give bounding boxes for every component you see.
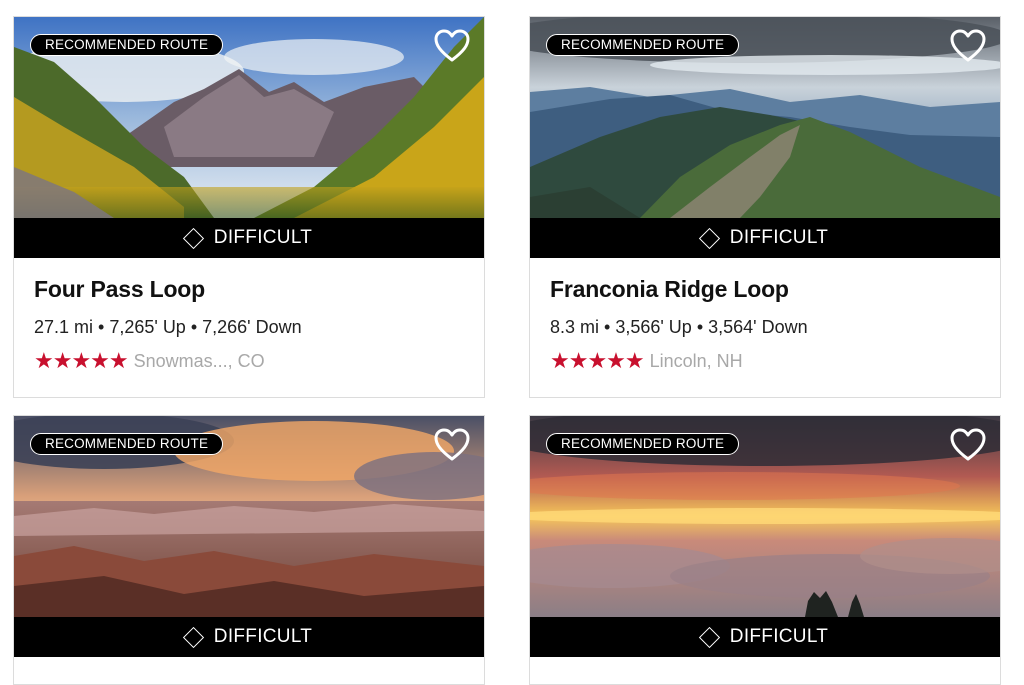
difficulty-label: DIFFICULT bbox=[213, 227, 313, 248]
heart-outline-icon[interactable] bbox=[950, 29, 986, 63]
route-info: Franconia Ridge Loop 8.3 mi • 3,566' Up … bbox=[530, 258, 1000, 374]
route-location: Lincoln, NH bbox=[649, 350, 743, 371]
difficulty-bar: DIFFICULT bbox=[530, 617, 1000, 657]
route-title[interactable]: Four Pass Loop bbox=[34, 276, 464, 303]
diamond-icon bbox=[182, 626, 204, 649]
difficulty-bar: DIFFICULT bbox=[530, 218, 1000, 258]
route-location: Snowmas..., CO bbox=[133, 350, 265, 371]
route-photo[interactable]: RECOMMENDED ROUTE bbox=[530, 416, 1000, 617]
route-photo[interactable]: RECOMMENDED ROUTE bbox=[530, 17, 1000, 218]
route-photo[interactable]: RECOMMENDED ROUTE bbox=[14, 416, 484, 617]
route-card[interactable]: RECOMMENDED ROUTE DIFFICULT bbox=[529, 415, 1001, 685]
route-meta: ★★★★★ Lincoln, NH bbox=[550, 348, 980, 374]
star-rating: ★★★★★ bbox=[34, 348, 129, 373]
route-info: Four Pass Loop 27.1 mi • 7,265' Up • 7,2… bbox=[14, 258, 484, 374]
route-stats: 8.3 mi • 3,566' Up • 3,564' Down bbox=[550, 317, 808, 337]
heart-outline-icon[interactable] bbox=[434, 29, 470, 63]
difficulty-label: DIFFICULT bbox=[213, 626, 313, 647]
route-card[interactable]: RECOMMENDED ROUTE DIFFICULT Franconia Ri… bbox=[529, 16, 1001, 398]
difficulty-bar: DIFFICULT bbox=[14, 617, 484, 657]
star-rating: ★★★★★ bbox=[550, 348, 645, 373]
recommended-route-badge: RECOMMENDED ROUTE bbox=[546, 34, 740, 56]
recommended-route-badge: RECOMMENDED ROUTE bbox=[30, 433, 224, 455]
heart-outline-icon[interactable] bbox=[950, 428, 986, 462]
recommended-route-badge: RECOMMENDED ROUTE bbox=[546, 433, 740, 455]
route-meta: ★★★★★ Snowmas..., CO bbox=[34, 348, 464, 374]
heart-outline-icon[interactable] bbox=[434, 428, 470, 462]
route-card[interactable]: RECOMMENDED ROUTE DIFFICULT bbox=[13, 415, 485, 685]
diamond-icon bbox=[698, 626, 720, 649]
route-stats: 27.1 mi • 7,265' Up • 7,266' Down bbox=[34, 317, 302, 337]
route-card[interactable]: RECOMMENDED ROUTE DIFFICULT Four Pass Lo… bbox=[13, 16, 485, 398]
recommended-route-badge: RECOMMENDED ROUTE bbox=[30, 34, 224, 56]
route-photo[interactable]: RECOMMENDED ROUTE bbox=[14, 17, 484, 218]
diamond-icon bbox=[182, 227, 204, 250]
difficulty-bar: DIFFICULT bbox=[14, 218, 484, 258]
route-title[interactable]: Franconia Ridge Loop bbox=[550, 276, 980, 303]
difficulty-label: DIFFICULT bbox=[729, 227, 829, 248]
difficulty-label: DIFFICULT bbox=[729, 626, 829, 647]
diamond-icon bbox=[698, 227, 720, 250]
